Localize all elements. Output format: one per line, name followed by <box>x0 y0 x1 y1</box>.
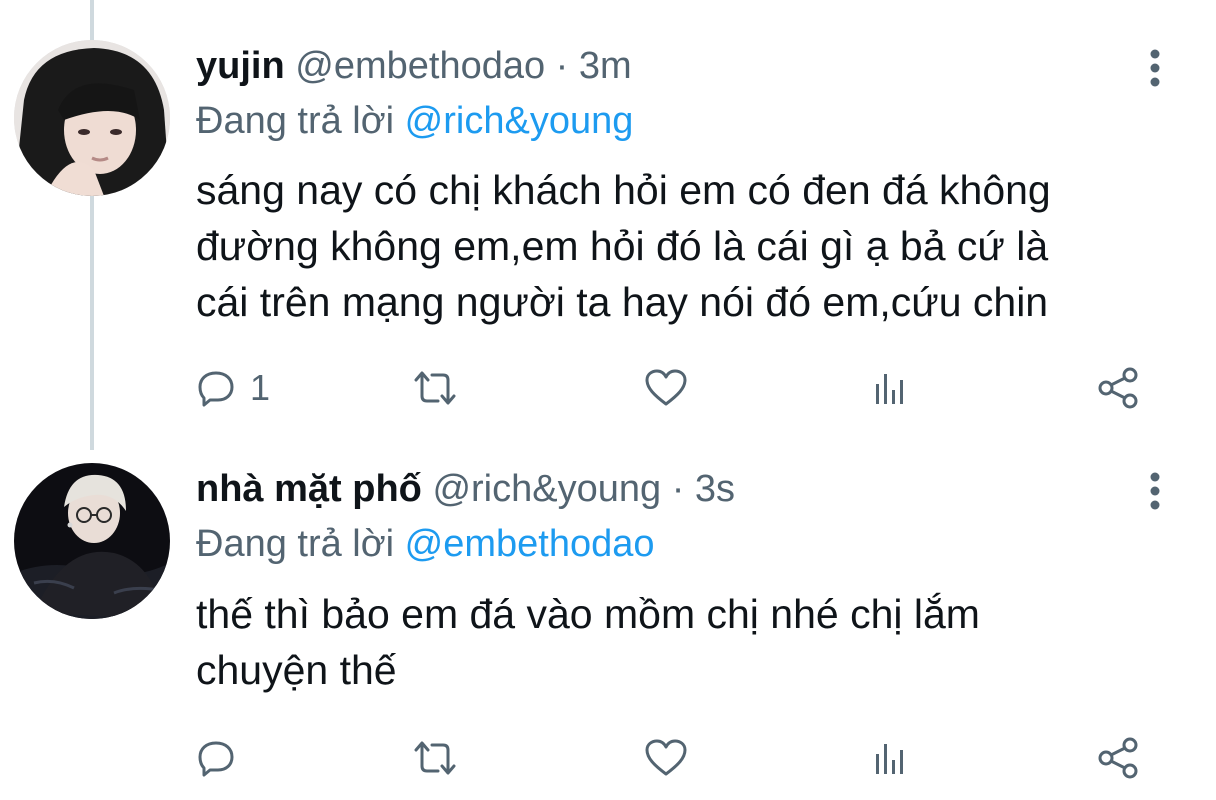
more-icon <box>1150 49 1160 87</box>
timestamp[interactable]: 3s <box>695 468 735 510</box>
like-icon <box>645 369 687 406</box>
stats-button[interactable] <box>870 730 910 786</box>
replying-to-line: Đang trả lời @rich&young <box>196 96 633 146</box>
retweet-button[interactable] <box>412 360 458 416</box>
avatar[interactable] <box>14 463 170 619</box>
like-icon <box>645 739 687 776</box>
tweet[interactable]: nhà mặt phố @rich&young · 3s Đang trả lờ… <box>0 440 1216 800</box>
more-options-button[interactable] <box>1138 463 1172 515</box>
tweet-text-line: thế thì bảo em đá vào mồm chị nhé chị lắ… <box>196 591 980 637</box>
tweet-header: nhà mặt phố @rich&young · 3s <box>196 463 735 515</box>
replying-to-label: Đang trả lời <box>196 523 395 565</box>
display-name[interactable]: nhà mặt phố <box>196 468 422 510</box>
more-options-button[interactable] <box>1138 40 1172 92</box>
more-icon <box>1150 472 1160 510</box>
reply-button[interactable]: 1 <box>196 360 270 416</box>
avatar-photo-light-hair <box>14 463 170 619</box>
user-handle[interactable]: @rich&young <box>432 468 661 510</box>
tweet-text-line: sáng nay có chị khách hỏi em có đen đá k… <box>196 167 1051 213</box>
tweet-header: yujin @embethodao · 3m <box>196 40 632 92</box>
replying-to-mention[interactable]: @embethodao <box>405 523 655 565</box>
tweet-text-line: cái trên mạng người ta hay nói đó em,cứu… <box>196 279 1049 325</box>
tweet-actions: 1 <box>0 360 1216 416</box>
stats-button[interactable] <box>870 360 910 416</box>
reply-count: 1 <box>250 367 271 408</box>
separator-dot: · <box>671 468 685 510</box>
retweet-icon <box>414 371 456 405</box>
reply-icon <box>198 741 234 777</box>
reply-icon <box>198 371 234 407</box>
retweet-button[interactable] <box>412 730 458 786</box>
tweet-text: sáng nay có chị khách hỏi em có đen đá k… <box>196 162 1196 330</box>
reply-button[interactable] <box>196 730 236 786</box>
user-handle[interactable]: @embethodao <box>295 45 545 87</box>
stats-icon <box>876 374 903 404</box>
avatar[interactable] <box>14 40 170 196</box>
separator-dot: · <box>555 45 569 87</box>
tweet-text: thế thì bảo em đá vào mồm chị nhé chị lắ… <box>196 586 1196 698</box>
display-name[interactable]: yujin <box>196 45 285 87</box>
like-button[interactable] <box>644 360 688 416</box>
replying-to-mention[interactable]: @rich&young <box>405 100 634 142</box>
share-icon <box>1098 737 1138 779</box>
tweet-text-line: chuyện thế <box>196 647 397 693</box>
timestamp[interactable]: 3m <box>579 45 632 87</box>
retweet-icon <box>414 741 456 775</box>
share-button[interactable] <box>1096 360 1140 416</box>
replying-to-label: Đang trả lời <box>196 100 395 142</box>
tweet-text-line: đường không em,em hỏi đó là cái gì ạ bả … <box>196 223 1049 269</box>
replying-to-line: Đang trả lời @embethodao <box>196 519 655 569</box>
tweet-actions <box>0 730 1216 786</box>
like-button[interactable] <box>644 730 688 786</box>
tweet[interactable]: yujin @embethodao · 3m Đang trả lời @ric… <box>0 0 1216 440</box>
stats-icon <box>876 744 903 774</box>
share-icon <box>1098 367 1138 409</box>
share-button[interactable] <box>1096 730 1140 786</box>
avatar-photo-dark-hair <box>14 40 170 196</box>
